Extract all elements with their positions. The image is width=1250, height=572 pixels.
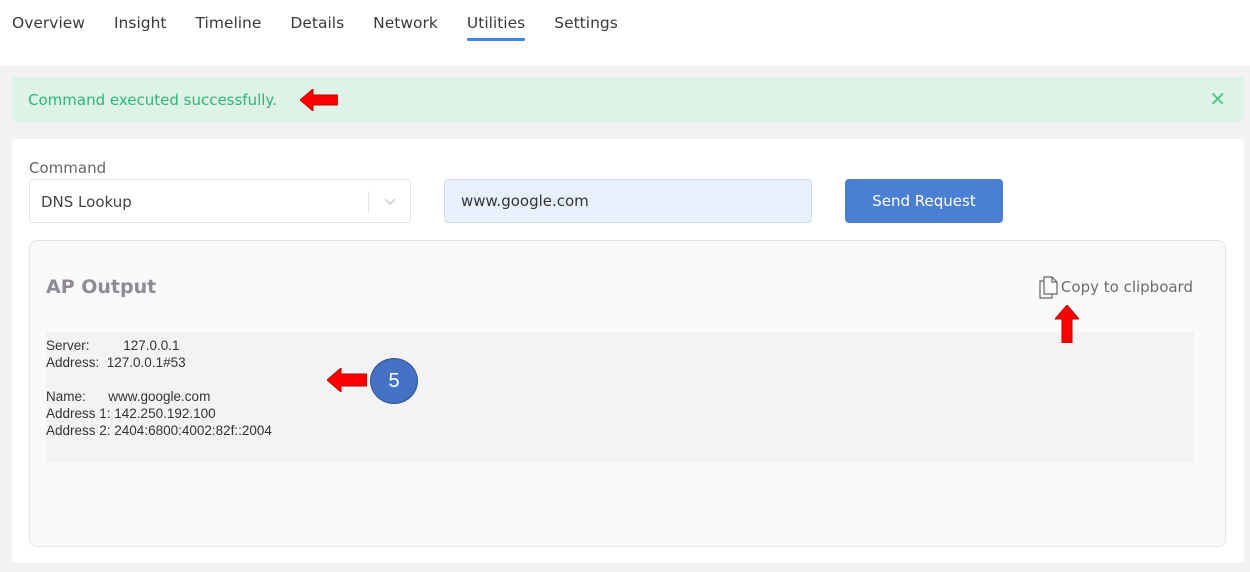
chevron-down-icon[interactable]: [383, 194, 397, 208]
command-select[interactable]: DNS Lookup: [29, 179, 411, 223]
step-badge: 5: [370, 358, 418, 404]
tab-network[interactable]: Network: [373, 14, 438, 41]
copy-to-clipboard-button[interactable]: Copy to clipboard: [1033, 274, 1193, 300]
output-line: Address 1: 142.250.192.100: [46, 406, 216, 421]
tab-details[interactable]: Details: [290, 14, 344, 41]
command-label: Command: [29, 159, 107, 177]
output-panel: AP Output Copy to clipboard Server: 127.…: [29, 240, 1226, 547]
annotation-arrow-copy: [1055, 305, 1079, 343]
output-text: Server: 127.0.0.1 Address: 127.0.0.1#53 …: [46, 332, 1194, 462]
host-input[interactable]: [444, 179, 812, 223]
output-line: Name: www.google.com: [46, 389, 211, 404]
success-alert: Command executed successfully. ✕: [12, 77, 1244, 122]
top-navigation: Overview Insight Timeline Details Networ…: [0, 0, 1250, 66]
tab-settings[interactable]: Settings: [554, 14, 618, 41]
output-line: Address 2: 2404:6800:4002:82f::2004: [46, 423, 272, 438]
tab-overview[interactable]: Overview: [12, 14, 85, 41]
tab-insight[interactable]: Insight: [114, 14, 167, 41]
output-line: Server: 127.0.0.1: [46, 338, 180, 353]
tab-bar: Overview Insight Timeline Details Networ…: [12, 14, 647, 41]
annotation-arrow-alert: [300, 89, 338, 111]
send-request-button[interactable]: Send Request: [845, 179, 1003, 223]
annotation-arrow-output: [327, 368, 367, 392]
tab-timeline[interactable]: Timeline: [196, 14, 262, 41]
copy-label: Copy to clipboard: [1060, 278, 1193, 296]
command-card: Command DNS Lookup Send Request AP Outpu…: [12, 139, 1244, 563]
output-line: Address: 127.0.0.1#53: [46, 355, 186, 370]
copy-icon: [1039, 276, 1058, 299]
close-icon[interactable]: ✕: [1209, 87, 1226, 111]
tab-utilities[interactable]: Utilities: [466, 14, 526, 41]
alert-message: Command executed successfully.: [28, 91, 277, 109]
command-select-value: DNS Lookup: [41, 193, 132, 211]
output-title: AP Output: [46, 276, 157, 298]
select-divider: [368, 191, 369, 213]
